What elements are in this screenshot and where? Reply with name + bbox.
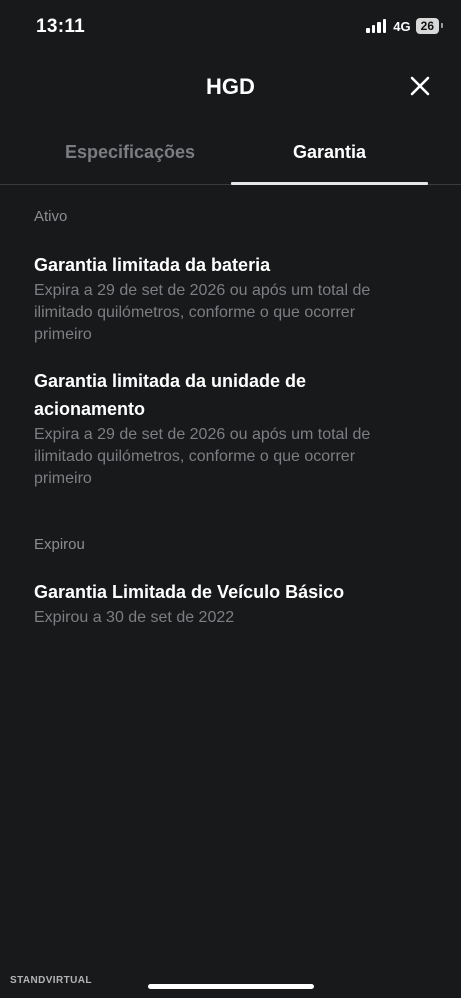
close-icon: [410, 76, 430, 96]
status-indicators: 4G 26: [366, 18, 444, 34]
warranty-description: Expira a 29 de set de 2026 ou após um to…: [34, 426, 371, 487]
tab-especificacoes[interactable]: Especificações: [30, 142, 230, 163]
warranty-item-drive-unit: Garantia limitada da unidade de acioname…: [34, 367, 414, 490]
battery-icon: 26: [415, 18, 444, 34]
warranty-item-basic-vehicle: Garantia Limitada de Veículo Básico Expi…: [34, 578, 414, 629]
section-label-expired: Expirou: [34, 536, 85, 553]
signal-icon: [366, 19, 387, 33]
warranty-title: Garantia Limitada de Veículo Básico: [34, 582, 345, 602]
watermark-logo: STANDVIRTUAL: [10, 975, 92, 986]
close-button[interactable]: [409, 75, 431, 97]
home-indicator[interactable]: [148, 984, 314, 989]
section-label-active: Ativo: [34, 208, 68, 225]
warranty-description: Expirou a 30 de set de 2022: [34, 609, 235, 626]
header: HGD: [0, 66, 461, 106]
status-time: 13:11: [36, 16, 86, 37]
page-title: HGD: [206, 74, 255, 99]
warranty-title: Garantia limitada da bateria: [34, 255, 271, 275]
tab-bar: Especificações Garantia: [0, 128, 461, 185]
tab-garantia[interactable]: Garantia: [231, 142, 428, 163]
warranty-title: Garantia limitada da unidade de acioname…: [34, 371, 307, 419]
warranty-item-battery: Garantia limitada da bateria Expira a 29…: [34, 251, 414, 346]
status-bar: 13:11 4G 26: [0, 0, 461, 56]
warranty-description: Expira a 29 de set de 2026 ou após um to…: [34, 282, 371, 343]
network-type: 4G: [393, 18, 411, 34]
active-tab-indicator: [231, 182, 428, 185]
